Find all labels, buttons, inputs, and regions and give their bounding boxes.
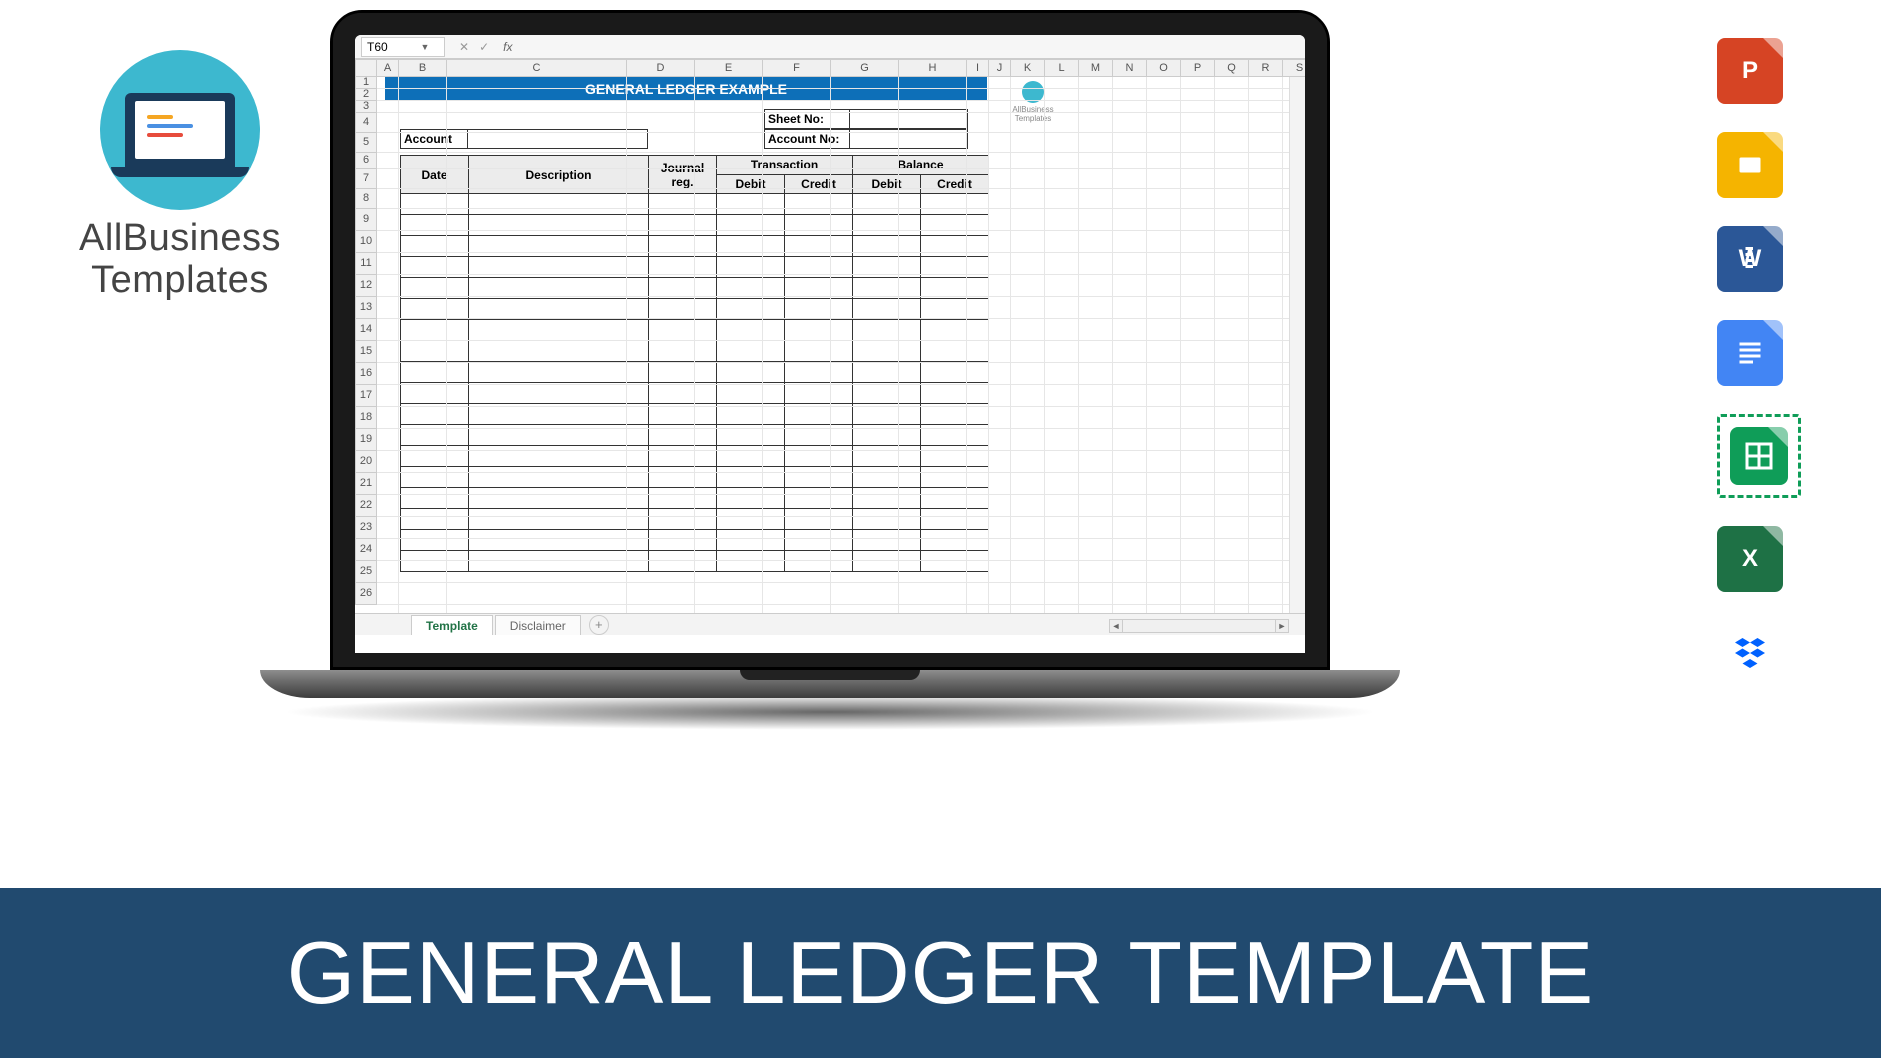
row-header-3[interactable]: 3 <box>355 101 377 113</box>
col-header-B[interactable]: B <box>399 59 447 77</box>
row-header-23[interactable]: 23 <box>355 517 377 539</box>
row-header-7[interactable]: 7 <box>355 169 377 189</box>
brand-logo: AllBusinessTemplates <box>75 50 285 302</box>
google-docs-icon[interactable] <box>1717 320 1783 386</box>
scroll-right-icon[interactable]: ► <box>1275 619 1289 633</box>
row-header-12[interactable]: 12 <box>355 275 377 297</box>
row-header-21[interactable]: 21 <box>355 473 377 495</box>
col-header-Q[interactable]: Q <box>1215 59 1249 77</box>
col-header-H[interactable]: H <box>899 59 967 77</box>
col-transaction: Transaction <box>717 156 853 175</box>
col-bal-debit: Debit <box>853 175 921 194</box>
col-balance: Balance <box>853 156 989 175</box>
col-header-N[interactable]: N <box>1113 59 1147 77</box>
banner-title: GENERAL LEDGER TEMPLATE <box>287 922 1595 1024</box>
row-header-11[interactable]: 11 <box>355 253 377 275</box>
col-trans-debit: Debit <box>717 175 785 194</box>
select-all-corner[interactable] <box>355 59 377 77</box>
ledger-title: GENERAL LEDGER EXAMPLE <box>385 77 987 101</box>
row-header-25[interactable]: 25 <box>355 561 377 583</box>
row-header-15[interactable]: 15 <box>355 341 377 363</box>
row-header-6[interactable]: 6 <box>355 153 377 169</box>
col-header-S[interactable]: S <box>1283 59 1305 77</box>
row-header-5[interactable]: 5 <box>355 133 377 153</box>
format-icons-column: P W X <box>1717 38 1801 686</box>
page-banner: GENERAL LEDGER TEMPLATE <box>0 888 1881 1058</box>
formula-cancel-icon[interactable]: ✕ <box>459 40 469 54</box>
google-slides-icon[interactable] <box>1717 132 1783 198</box>
col-header-P[interactable]: P <box>1181 59 1215 77</box>
spreadsheet-app: ▼ ✕ ✓ fx ABCDEFGHIJKLMNOPQRS 12 345678910… <box>333 13 1327 667</box>
col-header-G[interactable]: G <box>831 59 899 77</box>
formula-bar: ▼ ✕ ✓ fx <box>355 35 1305 59</box>
scroll-left-icon[interactable]: ◄ <box>1109 619 1123 633</box>
row-header-26[interactable]: 26 <box>355 583 377 605</box>
row-header-20[interactable]: 20 <box>355 451 377 473</box>
powerpoint-icon[interactable]: P <box>1717 38 1783 104</box>
row-header-13[interactable]: 13 <box>355 297 377 319</box>
row-header-22[interactable]: 22 <box>355 495 377 517</box>
row-headers[interactable]: 1234567891011121314151617181920212223242… <box>355 77 377 605</box>
laptop-base <box>260 670 1400 698</box>
dropbox-icon[interactable] <box>1717 620 1783 686</box>
cell-area[interactable]: GENERAL LEDGER EXAMPLE AllBusiness Templ… <box>377 77 1305 635</box>
row-header-10[interactable]: 10 <box>355 231 377 253</box>
laptop-shadow <box>280 694 1380 730</box>
col-bal-credit: Credit <box>921 175 989 194</box>
vertical-scrollbar[interactable] <box>1289 59 1305 613</box>
laptop-mockup: ▼ ✕ ✓ fx ABCDEFGHIJKLMNOPQRS 12 345678910… <box>330 10 1330 730</box>
col-header-I[interactable]: I <box>967 59 989 77</box>
row-header-14[interactable]: 14 <box>355 319 377 341</box>
col-header-D[interactable]: D <box>627 59 695 77</box>
sheet-tab-bar: Template Disclaimer + ◄ ► <box>355 613 1305 635</box>
row-header-24[interactable]: 24 <box>355 539 377 561</box>
col-header-M[interactable]: M <box>1079 59 1113 77</box>
column-headers[interactable]: ABCDEFGHIJKLMNOPQRS <box>377 59 1305 77</box>
name-box-dropdown-icon[interactable]: ▼ <box>418 42 432 52</box>
brand-logo-icon <box>100 50 260 210</box>
name-box[interactable]: ▼ <box>361 37 445 57</box>
row-header-9[interactable]: 9 <box>355 209 377 231</box>
spreadsheet-grid[interactable]: ABCDEFGHIJKLMNOPQRS 12345678910111213141… <box>355 59 1305 635</box>
google-sheets-icon[interactable] <box>1730 427 1788 485</box>
tab-template[interactable]: Template <box>411 615 493 636</box>
row-header-18[interactable]: 18 <box>355 407 377 429</box>
col-header-R[interactable]: R <box>1249 59 1283 77</box>
col-header-K[interactable]: K <box>1011 59 1045 77</box>
col-header-A[interactable]: A <box>377 59 399 77</box>
fx-label[interactable]: fx <box>503 40 512 54</box>
col-header-C[interactable]: C <box>447 59 627 77</box>
row-header-8[interactable]: 8 <box>355 189 377 209</box>
brand-name: AllBusinessTemplates <box>75 218 285 302</box>
cell-reference-input[interactable] <box>362 40 418 54</box>
row-header-17[interactable]: 17 <box>355 385 377 407</box>
formula-accept-icon[interactable]: ✓ <box>479 40 489 54</box>
col-header-O[interactable]: O <box>1147 59 1181 77</box>
word-icon[interactable]: W <box>1717 226 1783 292</box>
tab-disclaimer[interactable]: Disclaimer <box>495 615 581 636</box>
row-header-4[interactable]: 4 <box>355 113 377 133</box>
col-header-J[interactable]: J <box>989 59 1011 77</box>
col-header-L[interactable]: L <box>1045 59 1079 77</box>
col-trans-credit: Credit <box>785 175 853 194</box>
horizontal-scrollbar[interactable]: ◄ ► <box>1109 619 1289 633</box>
row-header-16[interactable]: 16 <box>355 363 377 385</box>
row-header-19[interactable]: 19 <box>355 429 377 451</box>
google-sheets-highlighted[interactable] <box>1717 414 1801 498</box>
col-header-F[interactable]: F <box>763 59 831 77</box>
add-sheet-button[interactable]: + <box>589 615 609 635</box>
excel-icon[interactable]: X <box>1717 526 1783 592</box>
col-header-E[interactable]: E <box>695 59 763 77</box>
